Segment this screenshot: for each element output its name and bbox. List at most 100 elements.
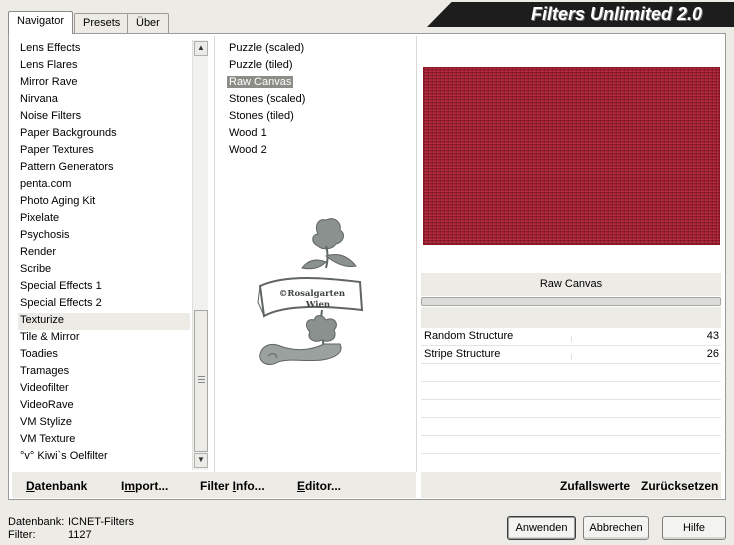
category-item[interactable]: Special Effects 1 xyxy=(20,279,190,296)
grip-line xyxy=(198,376,205,377)
category-item[interactable]: Psychosis xyxy=(20,228,190,245)
param-tick xyxy=(571,336,572,342)
scroll-down-button[interactable]: ▼ xyxy=(194,453,208,468)
category-item[interactable]: °v° Kiwi`s Oelfilter xyxy=(20,449,190,466)
tab-navigator-label: Navigator xyxy=(17,15,65,27)
category-item[interactable]: Toadies xyxy=(20,347,190,364)
datenbank-button[interactable]: Datenbank xyxy=(26,479,87,493)
tab-presets-label: Presets xyxy=(83,17,121,29)
param-row-empty xyxy=(421,399,721,400)
zuruecksetzen-button[interactable]: Zurücksetzen xyxy=(641,479,718,493)
scroll-thumb[interactable] xyxy=(194,310,208,452)
watermark-text-2: Wien xyxy=(305,300,330,310)
category-item[interactable]: Tile & Mirror xyxy=(20,330,190,347)
import-button[interactable]: Import... xyxy=(121,479,168,493)
watermark-text-1: ©Rosalgarten xyxy=(279,289,345,299)
mnemonic: E xyxy=(297,479,306,493)
category-item[interactable]: Nirvana xyxy=(20,92,190,109)
list-divider xyxy=(214,36,215,472)
cancel-button[interactable]: Abbrechen xyxy=(583,516,649,540)
app-title-banner: Filters Unlimited 2.0 xyxy=(427,2,734,27)
param-row-random-structure[interactable]: Random Structure 43 xyxy=(421,328,721,346)
param-row-empty xyxy=(421,381,721,382)
filter-item[interactable]: Wood 2 xyxy=(227,143,407,160)
category-item[interactable]: VideoRave xyxy=(20,398,190,415)
filter-item-label: Stones (tiled) xyxy=(229,110,294,122)
category-list[interactable]: Lens Effects Lens Flares Mirror Rave Nirvan… xyxy=(18,41,190,466)
bottom-toolbar-left: Datenbank Import... Filter Info... Edito… xyxy=(12,472,416,498)
grip-line xyxy=(198,379,205,380)
tab-navigator[interactable]: Navigator xyxy=(8,11,74,34)
tab-uber-label: Über xyxy=(136,17,160,29)
param-value: 26 xyxy=(706,348,719,360)
category-item[interactable]: penta.com xyxy=(20,177,190,194)
param-row-empty xyxy=(421,453,721,454)
category-item[interactable]: Photo Aging Kit xyxy=(20,194,190,211)
param-row-stripe-structure[interactable]: Stripe Structure 26 xyxy=(421,346,721,364)
category-item[interactable]: VM Texture xyxy=(20,432,190,449)
category-item[interactable]: Videofilter xyxy=(20,381,190,398)
category-item[interactable]: Pattern Generators xyxy=(20,160,190,177)
selected-filter-label: Raw Canvas xyxy=(539,278,603,290)
category-item[interactable]: Mirror Rave xyxy=(20,75,190,92)
tab-presets[interactable]: Presets xyxy=(74,13,130,33)
label: port... xyxy=(135,479,169,493)
status-db-value: ICNET-Filters xyxy=(68,516,134,528)
status-filter-label: Filter: xyxy=(8,529,36,541)
filter-item-label: Raw Canvas xyxy=(227,76,294,88)
category-item[interactable]: Render xyxy=(20,245,190,262)
category-item[interactable]: Scribe xyxy=(20,262,190,279)
mnemonic: m xyxy=(124,479,136,493)
scroll-up-button[interactable]: ▲ xyxy=(194,41,208,56)
bottom-toolbar-right: Zufallswerte Zurücksetzen xyxy=(421,472,721,498)
status-filter-value: 1127 xyxy=(68,529,92,541)
apply-button[interactable]: Anwenden xyxy=(507,516,576,540)
filter-item-label: Wood 2 xyxy=(229,144,267,156)
category-scrollbar[interactable]: ▲ ▼ xyxy=(192,40,208,470)
mnemonic: D xyxy=(26,479,35,493)
zufallswerte-button[interactable]: Zufallswerte xyxy=(560,479,630,493)
filter-item-label: Puzzle (scaled) xyxy=(229,42,305,54)
category-item[interactable]: Paper Textures xyxy=(20,143,190,160)
app-title: Filters Unlimited 2.0 xyxy=(530,4,702,24)
filter-list[interactable]: Puzzle (scaled) Puzzle (tiled) Raw Canvas S… xyxy=(227,41,407,160)
label: atenbank xyxy=(34,479,88,493)
editor-button[interactable]: Editor... xyxy=(297,479,341,493)
param-header-band xyxy=(421,307,721,328)
grip-line xyxy=(198,382,205,383)
param-value: 43 xyxy=(706,330,719,342)
status-db-label: Datenbank: xyxy=(8,516,65,528)
category-item[interactable]: Lens Effects xyxy=(20,41,190,58)
category-item[interactable]: Tramages xyxy=(20,364,190,381)
category-item[interactable]: Texturize xyxy=(18,313,190,330)
filter-item[interactable]: Puzzle (scaled) xyxy=(227,41,407,58)
param-name: Random Structure xyxy=(424,330,514,342)
param-name: Stripe Structure xyxy=(424,348,501,360)
param-row-empty xyxy=(421,435,721,436)
category-item[interactable]: Lens Flares xyxy=(20,58,190,75)
category-item[interactable]: Special Effects 2 xyxy=(20,296,190,313)
param-row-empty xyxy=(421,417,721,418)
filter-item[interactable]: Puzzle (tiled) xyxy=(227,58,407,75)
list-divider xyxy=(416,36,417,472)
help-button[interactable]: Hilfe xyxy=(662,516,726,540)
filter-item[interactable]: Wood 1 xyxy=(227,126,407,143)
selected-filter-name: Raw Canvas xyxy=(421,273,721,296)
filter-info-button[interactable]: Filter Info... xyxy=(200,479,265,493)
rosalgarten-watermark: ©Rosalgarten Wien xyxy=(256,212,376,372)
filter-item[interactable]: Raw Canvas xyxy=(227,75,407,92)
label: Filter xyxy=(200,479,233,493)
category-item[interactable]: Paper Backgrounds xyxy=(20,126,190,143)
tab-uber[interactable]: Über xyxy=(127,13,169,33)
filter-slider[interactable] xyxy=(421,297,721,306)
category-item[interactable]: Noise Filters xyxy=(20,109,190,126)
filter-item-label: Wood 1 xyxy=(229,127,267,139)
filter-item-label: Puzzle (tiled) xyxy=(229,59,293,71)
label: nfo... xyxy=(236,479,265,493)
filter-item[interactable]: Stones (scaled) xyxy=(227,92,407,109)
label: ditor... xyxy=(305,479,342,493)
category-item[interactable]: VM Stylize xyxy=(20,415,190,432)
category-item[interactable]: Pixelate xyxy=(20,211,190,228)
filter-item-label: Stones (scaled) xyxy=(229,93,306,105)
filter-item[interactable]: Stones (tiled) xyxy=(227,109,407,126)
